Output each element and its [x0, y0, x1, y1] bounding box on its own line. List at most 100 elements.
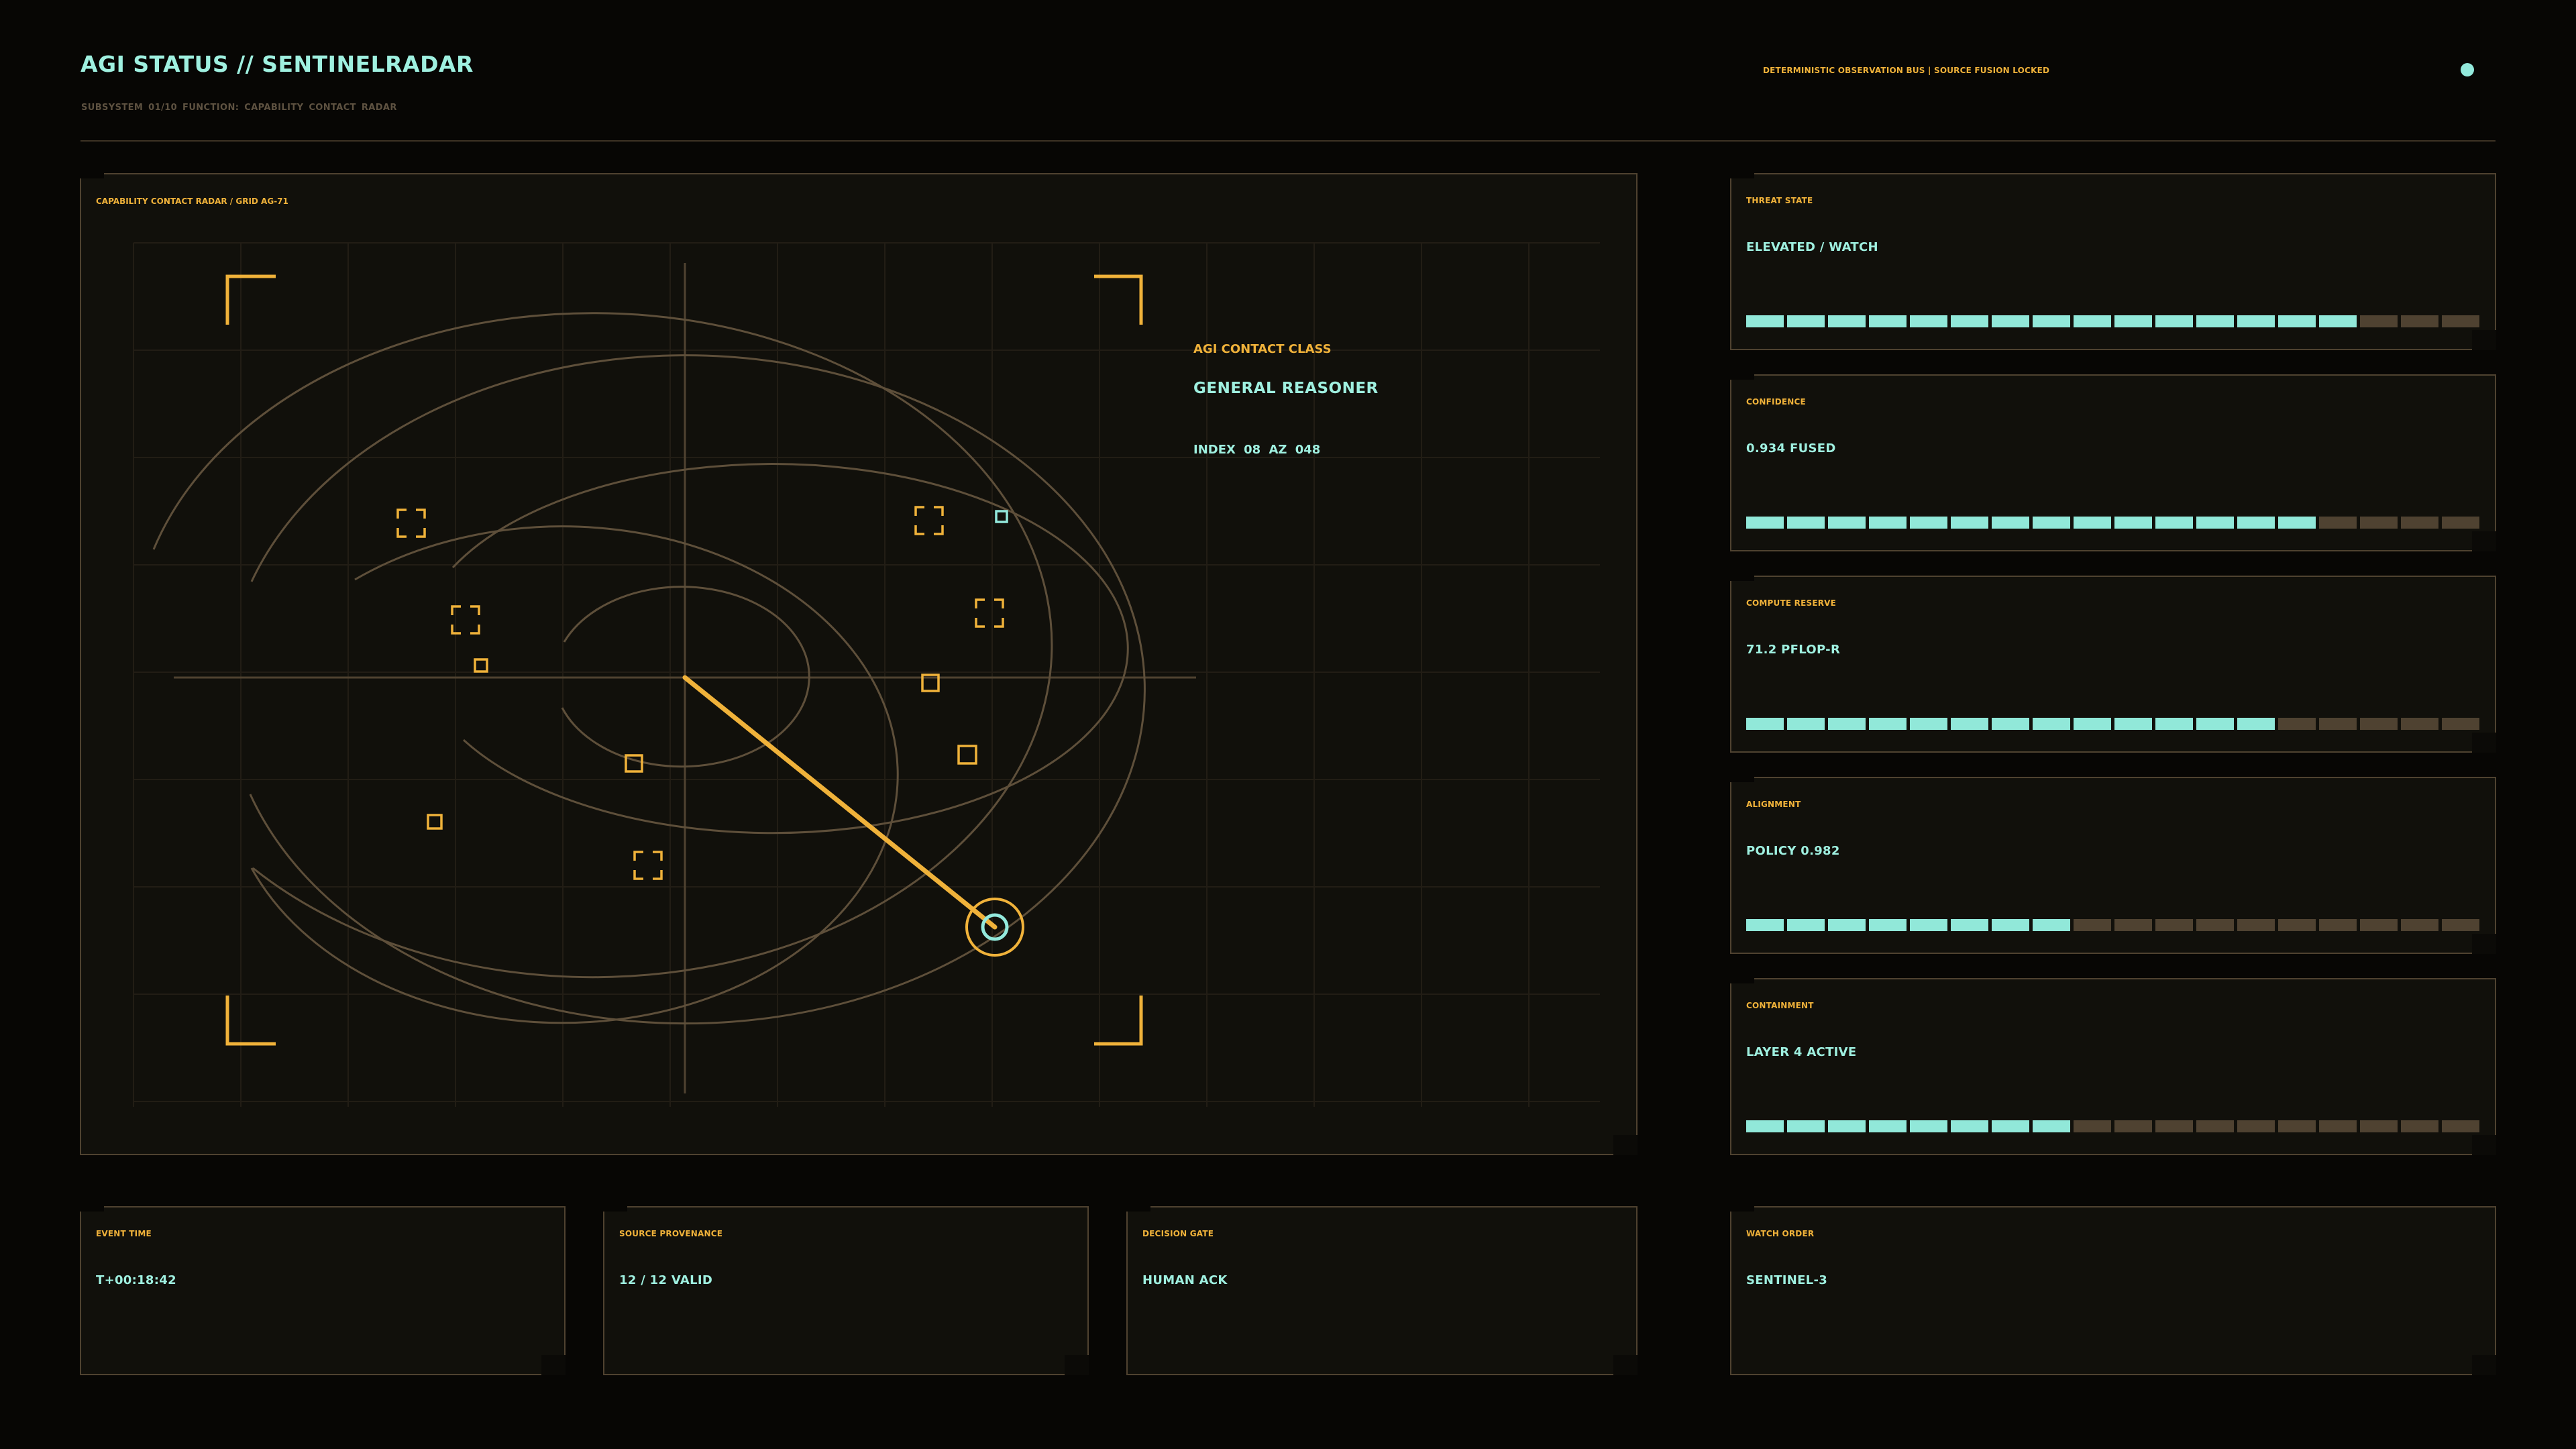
level-segment-filled	[2114, 517, 2152, 529]
contact-index-readout: INDEX 08 AZ 048	[1193, 443, 1321, 457]
metric-value: 71.2 PFLOP-R	[1746, 643, 1841, 657]
level-segment-filled	[2278, 315, 2316, 327]
metric-value: 0.934 FUSED	[1746, 441, 1836, 455]
footer-value: HUMAN ACK	[1142, 1273, 1228, 1287]
level-segment-filled	[1787, 1120, 1825, 1132]
level-segment-empty	[2114, 1120, 2152, 1132]
level-segment-empty	[2196, 1120, 2234, 1132]
metric-level-bar	[1746, 718, 2479, 730]
level-segment-filled	[2237, 718, 2275, 730]
level-segment-empty	[2074, 919, 2111, 931]
level-segment-filled	[1746, 1120, 1784, 1132]
footer-panel-event-time: EVENT TIME T+00:18:42	[80, 1206, 566, 1375]
level-segment-empty	[2155, 1120, 2193, 1132]
level-segment-empty	[2401, 718, 2438, 730]
contact-marker	[975, 598, 1004, 628]
level-segment-filled	[1869, 517, 1907, 529]
level-segment-filled	[1992, 517, 2029, 529]
level-segment-filled	[2033, 315, 2070, 327]
contact-class-value: GENERAL REASONER	[1193, 380, 1379, 397]
contact-square	[957, 745, 977, 765]
level-segment-filled	[2237, 517, 2275, 529]
level-segment-filled	[1910, 919, 1947, 931]
metric-label: CONFIDENCE	[1746, 397, 1806, 407]
footer-label: DECISION GATE	[1142, 1229, 1214, 1238]
metric-value: ELEVATED / WATCH	[1746, 240, 1878, 254]
level-segment-filled	[2074, 517, 2111, 529]
level-segment-filled	[1828, 718, 1866, 730]
level-segment-empty	[2360, 919, 2398, 931]
level-segment-filled	[1951, 1120, 1988, 1132]
level-segment-filled	[1910, 517, 1947, 529]
level-segment-filled	[1746, 718, 1784, 730]
level-segment-empty	[2360, 718, 2398, 730]
footer-value: SENTINEL-3	[1746, 1273, 1828, 1287]
page-subtitle: SUBSYSTEM 01/10 FUNCTION: CAPABILITY CON…	[81, 103, 397, 113]
level-segment-filled	[1828, 517, 1866, 529]
level-segment-empty	[2360, 517, 2398, 529]
level-segment-filled	[1828, 1120, 1866, 1132]
page-title: AGI STATUS // SENTINELRADAR	[80, 51, 474, 77]
level-segment-filled	[1992, 919, 2029, 931]
footer-label: EVENT TIME	[96, 1229, 152, 1238]
contact-square	[474, 658, 488, 673]
level-segment-filled	[1787, 919, 1825, 931]
metric-label: CONTAINMENT	[1746, 1001, 1814, 1010]
level-segment-empty	[2319, 919, 2357, 931]
footer-label: SOURCE PROVENANCE	[619, 1229, 723, 1238]
footer-label: WATCH ORDER	[1746, 1229, 1815, 1238]
level-segment-filled	[1869, 718, 1907, 730]
footer-panel-watch-order: WATCH ORDER SENTINEL-3	[1730, 1206, 2496, 1375]
level-segment-empty	[2401, 517, 2438, 529]
metric-label: THREAT STATE	[1746, 196, 1813, 205]
footer-value: 12 / 12 VALID	[619, 1273, 713, 1287]
header-divider	[80, 140, 2496, 142]
level-segment-empty	[2442, 718, 2479, 730]
contact-marker	[396, 508, 426, 538]
level-segment-filled	[2319, 315, 2357, 327]
level-segment-filled	[2278, 517, 2316, 529]
radar-display	[133, 242, 1600, 1107]
level-segment-filled	[2196, 718, 2234, 730]
status-indicator-dot	[2461, 63, 2474, 76]
level-segment-filled	[2114, 315, 2152, 327]
level-segment-filled	[1910, 718, 1947, 730]
level-segment-filled	[2033, 1120, 2070, 1132]
contact-square-cyan	[995, 510, 1008, 523]
metric-panel-compute-reserve: COMPUTE RESERVE 71.2 PFLOP-R	[1730, 576, 2496, 753]
contact-square	[427, 814, 443, 830]
metric-level-bar	[1746, 1120, 2479, 1132]
level-segment-filled	[1746, 315, 1784, 327]
radar-range-rings	[152, 312, 1146, 1025]
level-segment-empty	[2319, 718, 2357, 730]
radar-sweep-line	[682, 675, 998, 930]
level-segment-filled	[2196, 517, 2234, 529]
level-segment-filled	[1992, 1120, 2029, 1132]
level-segment-filled	[2155, 315, 2193, 327]
level-segment-empty	[2401, 919, 2438, 931]
level-segment-filled	[2114, 718, 2152, 730]
level-segment-empty	[2360, 315, 2398, 327]
level-segment-filled	[2196, 315, 2234, 327]
level-segment-empty	[2442, 517, 2479, 529]
level-segment-empty	[2155, 919, 2193, 931]
metric-panel-threat-state: THREAT STATE ELEVATED / WATCH	[1730, 173, 2496, 350]
level-segment-filled	[1992, 315, 2029, 327]
level-segment-empty	[2196, 919, 2234, 931]
metric-level-bar	[1746, 517, 2479, 529]
metric-panel-containment: CONTAINMENT LAYER 4 ACTIVE	[1730, 978, 2496, 1155]
level-segment-empty	[2074, 1120, 2111, 1132]
level-segment-empty	[2319, 517, 2357, 529]
bus-status-text: DETERMINISTIC OBSERVATION BUS | SOURCE F…	[1763, 66, 2050, 75]
metric-panel-alignment: ALIGNMENT POLICY 0.982	[1730, 777, 2496, 954]
level-segment-filled	[1869, 1120, 1907, 1132]
level-segment-empty	[2278, 1120, 2316, 1132]
level-segment-filled	[1869, 919, 1907, 931]
level-segment-filled	[2155, 718, 2193, 730]
contact-marker	[914, 506, 944, 535]
level-segment-empty	[2278, 718, 2316, 730]
level-segment-filled	[1951, 919, 1988, 931]
level-segment-empty	[2237, 919, 2275, 931]
footer-panel-decision-gate: DECISION GATE HUMAN ACK	[1126, 1206, 1638, 1375]
level-segment-filled	[1787, 517, 1825, 529]
